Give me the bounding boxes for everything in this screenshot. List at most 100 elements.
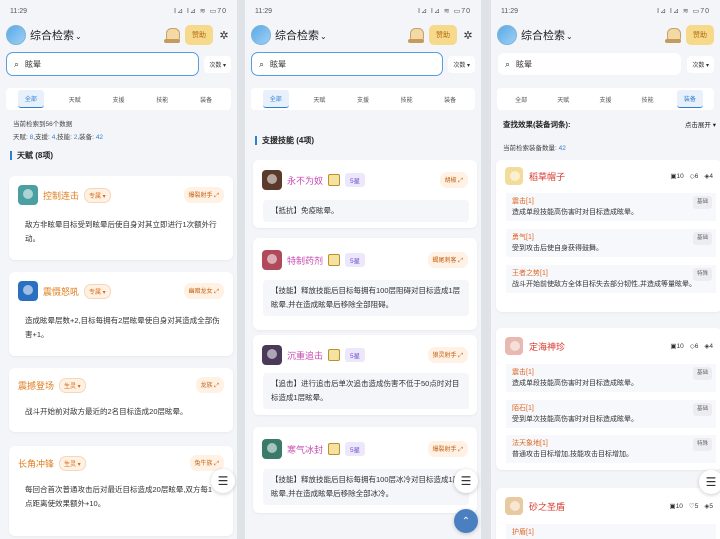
search-input[interactable]: ⌕ 眩晕: [6, 52, 200, 76]
tab-talent[interactable]: 天赋: [306, 91, 332, 108]
effect-text: 受到单次技能高伤害时对目标造成眩晕。: [512, 416, 638, 423]
item-icon: [505, 337, 523, 355]
talent-type-badge[interactable]: 专属 ▾: [84, 187, 111, 203]
app-title-dropdown[interactable]: 综合检索⌄: [30, 27, 82, 43]
screen-talents: 11:29 ⵏ⊿ ⵏ⊿ ≋ ▭70 综合检索⌄ 赞助 ✲ ⌕ 眩晕 次数 ▾ 全…: [0, 0, 237, 539]
support-desc: 【抵抗】免疫眩晕。: [263, 200, 469, 222]
talent-desc: 战斗开始前对敌方最近的2名目标造成20层眩晕。: [23, 405, 223, 419]
effect-entry: 护盾[1]: [506, 524, 716, 539]
stat-c-value: 5: [709, 503, 713, 510]
tab-support[interactable]: 支援: [592, 91, 618, 108]
stat-b-value: 6: [694, 343, 699, 350]
status-time: 11:29: [255, 7, 272, 15]
app-avatar[interactable]: [6, 25, 26, 45]
app-avatar[interactable]: [497, 25, 517, 45]
search-input[interactable]: ⌕ 眩晕: [251, 52, 444, 76]
tab-talent[interactable]: 天赋: [62, 91, 88, 108]
stat-c-value: 4: [709, 343, 713, 350]
effect-name: 法天象地[1]: [512, 440, 548, 447]
hero-tag: 狼灵射手 ⤢: [427, 347, 468, 363]
status-icons: ⵏ⊿ ⵏ⊿ ≋ ▭70: [418, 8, 471, 15]
skill-icon: [328, 349, 341, 361]
effect-name: 勇气[1]: [512, 234, 534, 241]
app-title: 综合检索: [275, 30, 319, 42]
support-desc: 【追击】进行追击后单次追击造成伤害不低于50点时对目标造成1层眩晕。: [263, 373, 469, 409]
menu-fab-button[interactable]: ☰: [211, 469, 235, 493]
hero-tag-text: 爆裂射手: [188, 193, 213, 199]
talent-card[interactable]: 长角冲锋 生灵 ▾ 兔牛族 ⤢ 每回合首次普通攻击后对最近目标造成20层眩晕,双…: [9, 446, 233, 536]
skill-icon: [328, 443, 341, 455]
search-row: ⌕ 眩晕 次数 ▾: [245, 48, 481, 80]
status-time: 11:29: [10, 7, 27, 15]
talent-label: 天赋:: [13, 134, 28, 141]
support-card[interactable]: 永不为奴 5星 胡椒 ⤢ 【抵抗】免疫眩晕。: [253, 160, 477, 228]
tab-skill[interactable]: 技能: [149, 91, 175, 108]
effect-entry: 王者之势[1] 战斗开始前使敌方全体目标失去部分韧性,并造成等量眩晕。 特殊: [506, 265, 716, 293]
talent-type-badge[interactable]: 生灵 ▾: [59, 455, 86, 471]
search-query: 眩晕: [25, 59, 42, 69]
talent-card[interactable]: 震撼登场 生灵 ▾ 龙族 ⤢ 战斗开始前对敌方最近的2名目标造成20层眩晕。: [9, 368, 233, 432]
expand-filter-button[interactable]: 点击展开 ▾: [685, 119, 716, 130]
donate-button[interactable]: 赞助: [185, 25, 213, 45]
tab-support[interactable]: 支援: [350, 91, 376, 108]
gear-icon[interactable]: ✲: [217, 29, 231, 42]
equip-count-row: 当前检索装备数量: 42: [503, 142, 566, 152]
skill-icon: [328, 174, 341, 186]
sort-select[interactable]: 次数 ▾: [687, 55, 714, 73]
hero-tag: 爆裂射手 ⤢: [183, 187, 224, 203]
effect-name: 王者之势[1]: [512, 270, 548, 277]
donate-button[interactable]: 赞助: [429, 25, 457, 45]
tab-equip[interactable]: 装备: [193, 91, 219, 108]
sort-select[interactable]: 次数 ▾: [448, 55, 475, 73]
equipment-card[interactable]: 定海神珍 ▣10 ◇6 ◈4 震击[1] 造成单段技能高伤害时对目标造成眩晕。 基础…: [496, 328, 720, 470]
talent-card[interactable]: 控制连击 专属 ▾ 爆裂射手 ⤢ 敌方非眩晕目标受到眩晕后使自身对其立即进行1次…: [9, 176, 233, 260]
tab-all[interactable]: 全部: [262, 90, 289, 108]
stat-b: ◇6: [689, 343, 699, 350]
talent-card[interactable]: 震慑怒吼 专属 ▾ 幽暗龙女 ⤢ 造成眩晕层数+2,目标每拥有2层眩晕使自身对其…: [9, 272, 233, 356]
tab-equip[interactable]: 装备: [676, 90, 703, 108]
tab-talent[interactable]: 天赋: [550, 91, 576, 108]
filter-label: 查找效果(装备词条):: [503, 120, 571, 129]
talent-type-badge[interactable]: 专属 ▾: [84, 283, 111, 299]
tab-all[interactable]: 全部: [508, 91, 534, 108]
stat-a: ▣10: [670, 343, 684, 350]
menu-fab-button[interactable]: ☰: [454, 469, 478, 493]
app-title-dropdown[interactable]: 综合检索⌄: [521, 27, 573, 43]
gear-icon[interactable]: ✲: [461, 29, 475, 42]
support-card[interactable]: 特制药剂 5星 蝎尾刺客 ⤢ 【技能】释放技能后目标每拥有100层阻碍对目标造成…: [253, 238, 477, 330]
donate-button[interactable]: 赞助: [686, 25, 714, 45]
effect-name: 护盾[1]: [512, 529, 534, 536]
tab-equip[interactable]: 装备: [437, 91, 463, 108]
app-header: 综合检索⌄ 赞助: [491, 22, 720, 48]
section-title-text: 支援技能 (4项): [262, 136, 314, 145]
support-card[interactable]: 沉重追击 5星 狼灵射手 ⤢ 【追击】进行追击后单次追击造成伤害不低于50点时对…: [253, 335, 477, 415]
expand-icon: ⤢: [458, 178, 463, 184]
tab-skill[interactable]: 技能: [394, 91, 420, 108]
talent-type-badge[interactable]: 生灵 ▾: [59, 377, 86, 393]
arrow-up-icon: ⌃: [461, 515, 471, 527]
stat-b: ◇6: [689, 173, 699, 180]
equipment-card[interactable]: 稻草帽子 ▣10 ◇6 ◈4 震击[1] 造成单段技能高伤害时对目标造成眩晕。 基础…: [496, 160, 720, 312]
scroll-top-button[interactable]: ⌃: [454, 509, 478, 533]
tab-all[interactable]: 全部: [17, 90, 44, 108]
app-avatar[interactable]: [251, 25, 271, 45]
item-icon: [505, 497, 523, 515]
status-bar: 11:29 ⵏ⊿ ⵏ⊿ ≋ ▭70: [0, 0, 237, 22]
support-card[interactable]: 寒气冰封 5星 爆裂射手 ⤢ 【技能】释放技能后目标每拥有100层冰冷对目标造成…: [253, 427, 477, 513]
effect-text: 受到攻击后使自身获得鼓舞。: [512, 245, 603, 252]
menu-fab-button[interactable]: ☰: [699, 470, 720, 494]
search-icon: ⌕: [505, 58, 511, 69]
equipment-card[interactable]: 砂之圣盾 ▣10 ♡5 ◈5 护盾[1]: [496, 488, 720, 539]
tab-skill[interactable]: 技能: [635, 91, 661, 108]
hero-tag: 龙族 ⤢: [195, 377, 224, 393]
equip-count-value: 42: [558, 145, 566, 152]
search-input[interactable]: ⌕ 眩晕: [497, 52, 683, 76]
tab-support[interactable]: 支援: [105, 91, 131, 108]
equip-count-label: 当前检索装备数量:: [503, 145, 557, 152]
expand-icon: ⤢: [214, 289, 219, 295]
skill-icon: [328, 254, 341, 266]
expand-icon: ⤢: [458, 447, 463, 453]
result-breakdown: 天赋: 8,支援: 4,技能: 2,装备: 42: [13, 131, 224, 144]
app-title-dropdown[interactable]: 综合检索⌄: [275, 27, 327, 43]
sort-select[interactable]: 次数 ▾: [204, 55, 231, 73]
